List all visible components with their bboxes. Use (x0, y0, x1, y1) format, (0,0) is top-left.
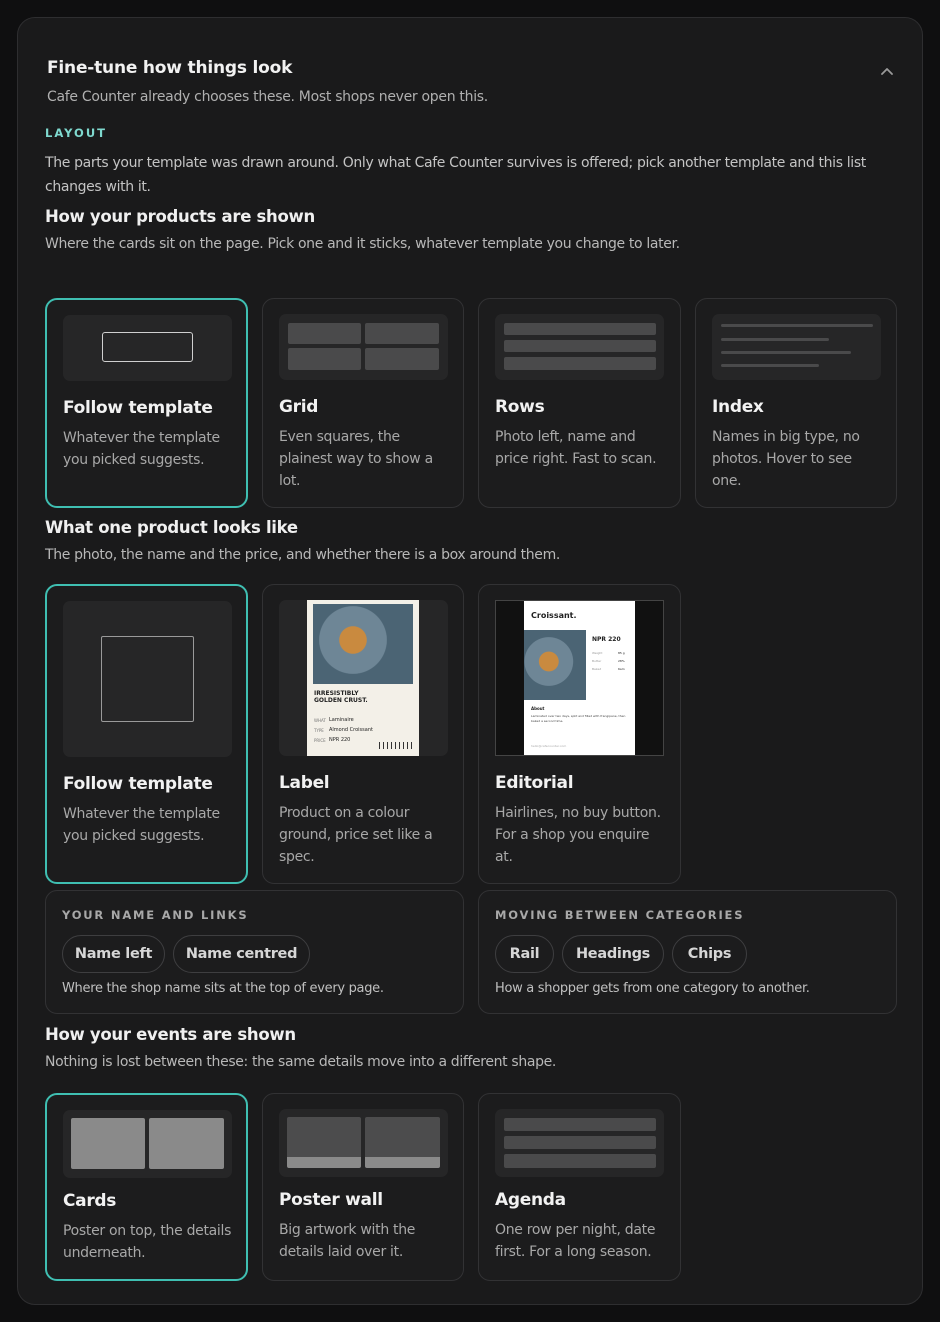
index-thumbnail (712, 314, 881, 380)
product-look-description: The photo, the name and the price, and w… (45, 547, 560, 563)
product-look-heading: What one product looks like (45, 518, 298, 537)
categories-note: How a shopper gets from one category to … (495, 981, 810, 996)
cards-thumbnail (63, 1110, 232, 1178)
product-look-editorial[interactable]: Croissant. NPR 220 Weight 85 g Butter 28… (478, 584, 681, 884)
events-heading: How your events are shown (45, 1025, 296, 1044)
follow-template-thumbnail (63, 315, 232, 381)
product-layout-grid[interactable]: Grid Even squares, the plainest way to s… (262, 298, 464, 508)
label-headline-1: IRRESISTIBLY (314, 690, 359, 697)
chevron-up-icon[interactable] (880, 64, 894, 78)
option-description: Even squares, the plainest way to show a… (279, 429, 433, 489)
option-description: Product on a colour ground, price set li… (279, 805, 433, 865)
option-description: Poster on top, the details underneath. (63, 1223, 232, 1261)
product-layout-index[interactable]: Index Names in big type, no photos. Hove… (695, 298, 897, 508)
option-name: Poster wall (279, 1190, 383, 1210)
chip-headings[interactable]: Headings (562, 935, 664, 973)
agenda-thumbnail (495, 1109, 664, 1177)
option-name: Rows (495, 397, 545, 417)
option-description: Big artwork with the details laid over i… (279, 1222, 416, 1260)
label-thumbnail: IRRESISTIBLY GOLDEN CRUST. WHAT Laminair… (279, 600, 448, 756)
option-description: Whatever the template you picked suggest… (63, 806, 220, 844)
follow-template-thumbnail (63, 601, 232, 757)
chip-name-centred[interactable]: Name centred (173, 935, 310, 973)
option-name: Editorial (495, 773, 574, 793)
grid-thumbnail (279, 314, 448, 380)
chip-name-left[interactable]: Name left (62, 935, 165, 973)
events-cards[interactable]: Cards Poster on top, the details underne… (45, 1093, 248, 1281)
panel-title: Fine-tune how things look (47, 58, 293, 78)
events-poster-wall[interactable]: Poster wall Big artwork with the details… (262, 1093, 464, 1281)
option-description: Whatever the template you picked suggest… (63, 430, 220, 468)
product-layout-follow-template[interactable]: Follow template Whatever the template yo… (45, 298, 248, 508)
layout-description: The parts your template was drawn around… (45, 155, 866, 195)
editorial-title: Croissant. (531, 611, 577, 620)
name-links-tag: YOUR NAME AND LINKS (62, 908, 249, 922)
rows-thumbnail (495, 314, 664, 380)
option-name: Cards (63, 1191, 117, 1211)
croissant-photo (313, 604, 413, 684)
option-name: Index (712, 397, 764, 417)
barcode-icon (379, 742, 415, 749)
layout-section-tag: LAYOUT (45, 126, 108, 140)
product-look-follow-template[interactable]: Follow template Whatever the template yo… (45, 584, 248, 884)
option-name: Label (279, 773, 330, 793)
fine-tune-panel: Fine-tune how things look Cafe Counter a… (17, 17, 923, 1305)
products-description: Where the cards sit on the page. Pick on… (45, 236, 680, 252)
option-description: Names in big type, no photos. Hover to s… (712, 429, 860, 489)
option-description: Hairlines, no buy button. For a shop you… (495, 805, 661, 865)
events-description: Nothing is lost between these: the same … (45, 1054, 557, 1070)
option-description: Photo left, name and price right. Fast t… (495, 429, 657, 467)
categories-group: MOVING BETWEEN CATEGORIES Rail Headings … (478, 890, 897, 1014)
product-look-label[interactable]: IRRESISTIBLY GOLDEN CRUST. WHAT Laminair… (262, 584, 464, 884)
products-heading: How your products are shown (45, 207, 315, 226)
label-headline-2: GOLDEN CRUST. (314, 697, 368, 704)
name-links-group: YOUR NAME AND LINKS Name left Name centr… (45, 890, 464, 1014)
product-layout-rows[interactable]: Rows Photo left, name and price right. F… (478, 298, 681, 508)
chip-rail[interactable]: Rail (495, 935, 554, 973)
poster-wall-thumbnail (279, 1109, 448, 1177)
option-name: Grid (279, 397, 319, 417)
option-name: Follow template (63, 774, 213, 794)
croissant-photo (524, 630, 586, 700)
name-links-note: Where the shop name sits at the top of e… (62, 981, 384, 996)
events-agenda[interactable]: Agenda One row per night, date first. Fo… (478, 1093, 681, 1281)
categories-tag: MOVING BETWEEN CATEGORIES (495, 908, 745, 922)
panel-subtitle: Cafe Counter already chooses these. Most… (47, 89, 488, 105)
chip-chips[interactable]: Chips (672, 935, 747, 973)
option-name: Agenda (495, 1190, 566, 1210)
editorial-thumbnail: Croissant. NPR 220 Weight 85 g Butter 28… (495, 600, 664, 756)
option-description: One row per night, date first. For a lon… (495, 1222, 656, 1260)
option-name: Follow template (63, 398, 213, 418)
